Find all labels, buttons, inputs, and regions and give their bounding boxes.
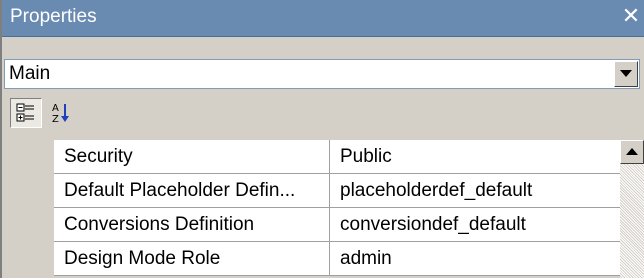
categorized-button[interactable] — [10, 98, 42, 128]
property-name: Default Placeholder Defin... — [54, 174, 330, 207]
svg-text:A: A — [52, 103, 59, 114]
property-name: Design Mode Role — [54, 242, 330, 275]
title-bar: Properties ✕ — [2, 0, 644, 37]
object-selector-dropdown[interactable]: Main — [4, 59, 640, 89]
property-row-design-mode-role[interactable]: Design Mode Role admin — [54, 242, 620, 276]
properties-panel: Properties ✕ Main A Z Security Public De… — [0, 0, 644, 278]
property-row-conversions[interactable]: Conversions Definition conversiondef_def… — [54, 208, 620, 242]
property-row-default-placeholder[interactable]: Default Placeholder Defin... placeholder… — [54, 174, 620, 208]
scroll-up-button[interactable] — [620, 140, 644, 164]
property-name: Security — [54, 140, 330, 173]
chevron-down-icon — [620, 70, 632, 77]
dropdown-button[interactable] — [614, 61, 638, 87]
sort-alphabetical-icon: A Z — [52, 103, 69, 124]
close-icon[interactable]: ✕ — [620, 3, 642, 31]
property-value[interactable]: admin — [330, 242, 620, 275]
property-value[interactable]: conversiondef_default — [330, 208, 620, 241]
panel-title: Properties — [10, 6, 97, 27]
property-grid: Security Public Default Placeholder Defi… — [2, 140, 622, 278]
property-name: Conversions Definition — [54, 208, 330, 241]
properties-toolbar: A Z — [2, 92, 644, 134]
alphabetical-button[interactable]: A Z — [46, 98, 78, 128]
object-selector-value: Main — [9, 63, 51, 84]
category-gutter — [2, 140, 54, 278]
vertical-scrollbar[interactable] — [620, 140, 644, 278]
svg-text:Z: Z — [52, 114, 59, 124]
property-value[interactable]: placeholderdef_default — [330, 174, 620, 207]
property-row-security[interactable]: Security Public — [54, 140, 620, 174]
property-value[interactable]: Public — [330, 140, 620, 173]
scroll-up-arrow-icon — [626, 148, 638, 155]
categorized-view-icon — [16, 103, 34, 122]
